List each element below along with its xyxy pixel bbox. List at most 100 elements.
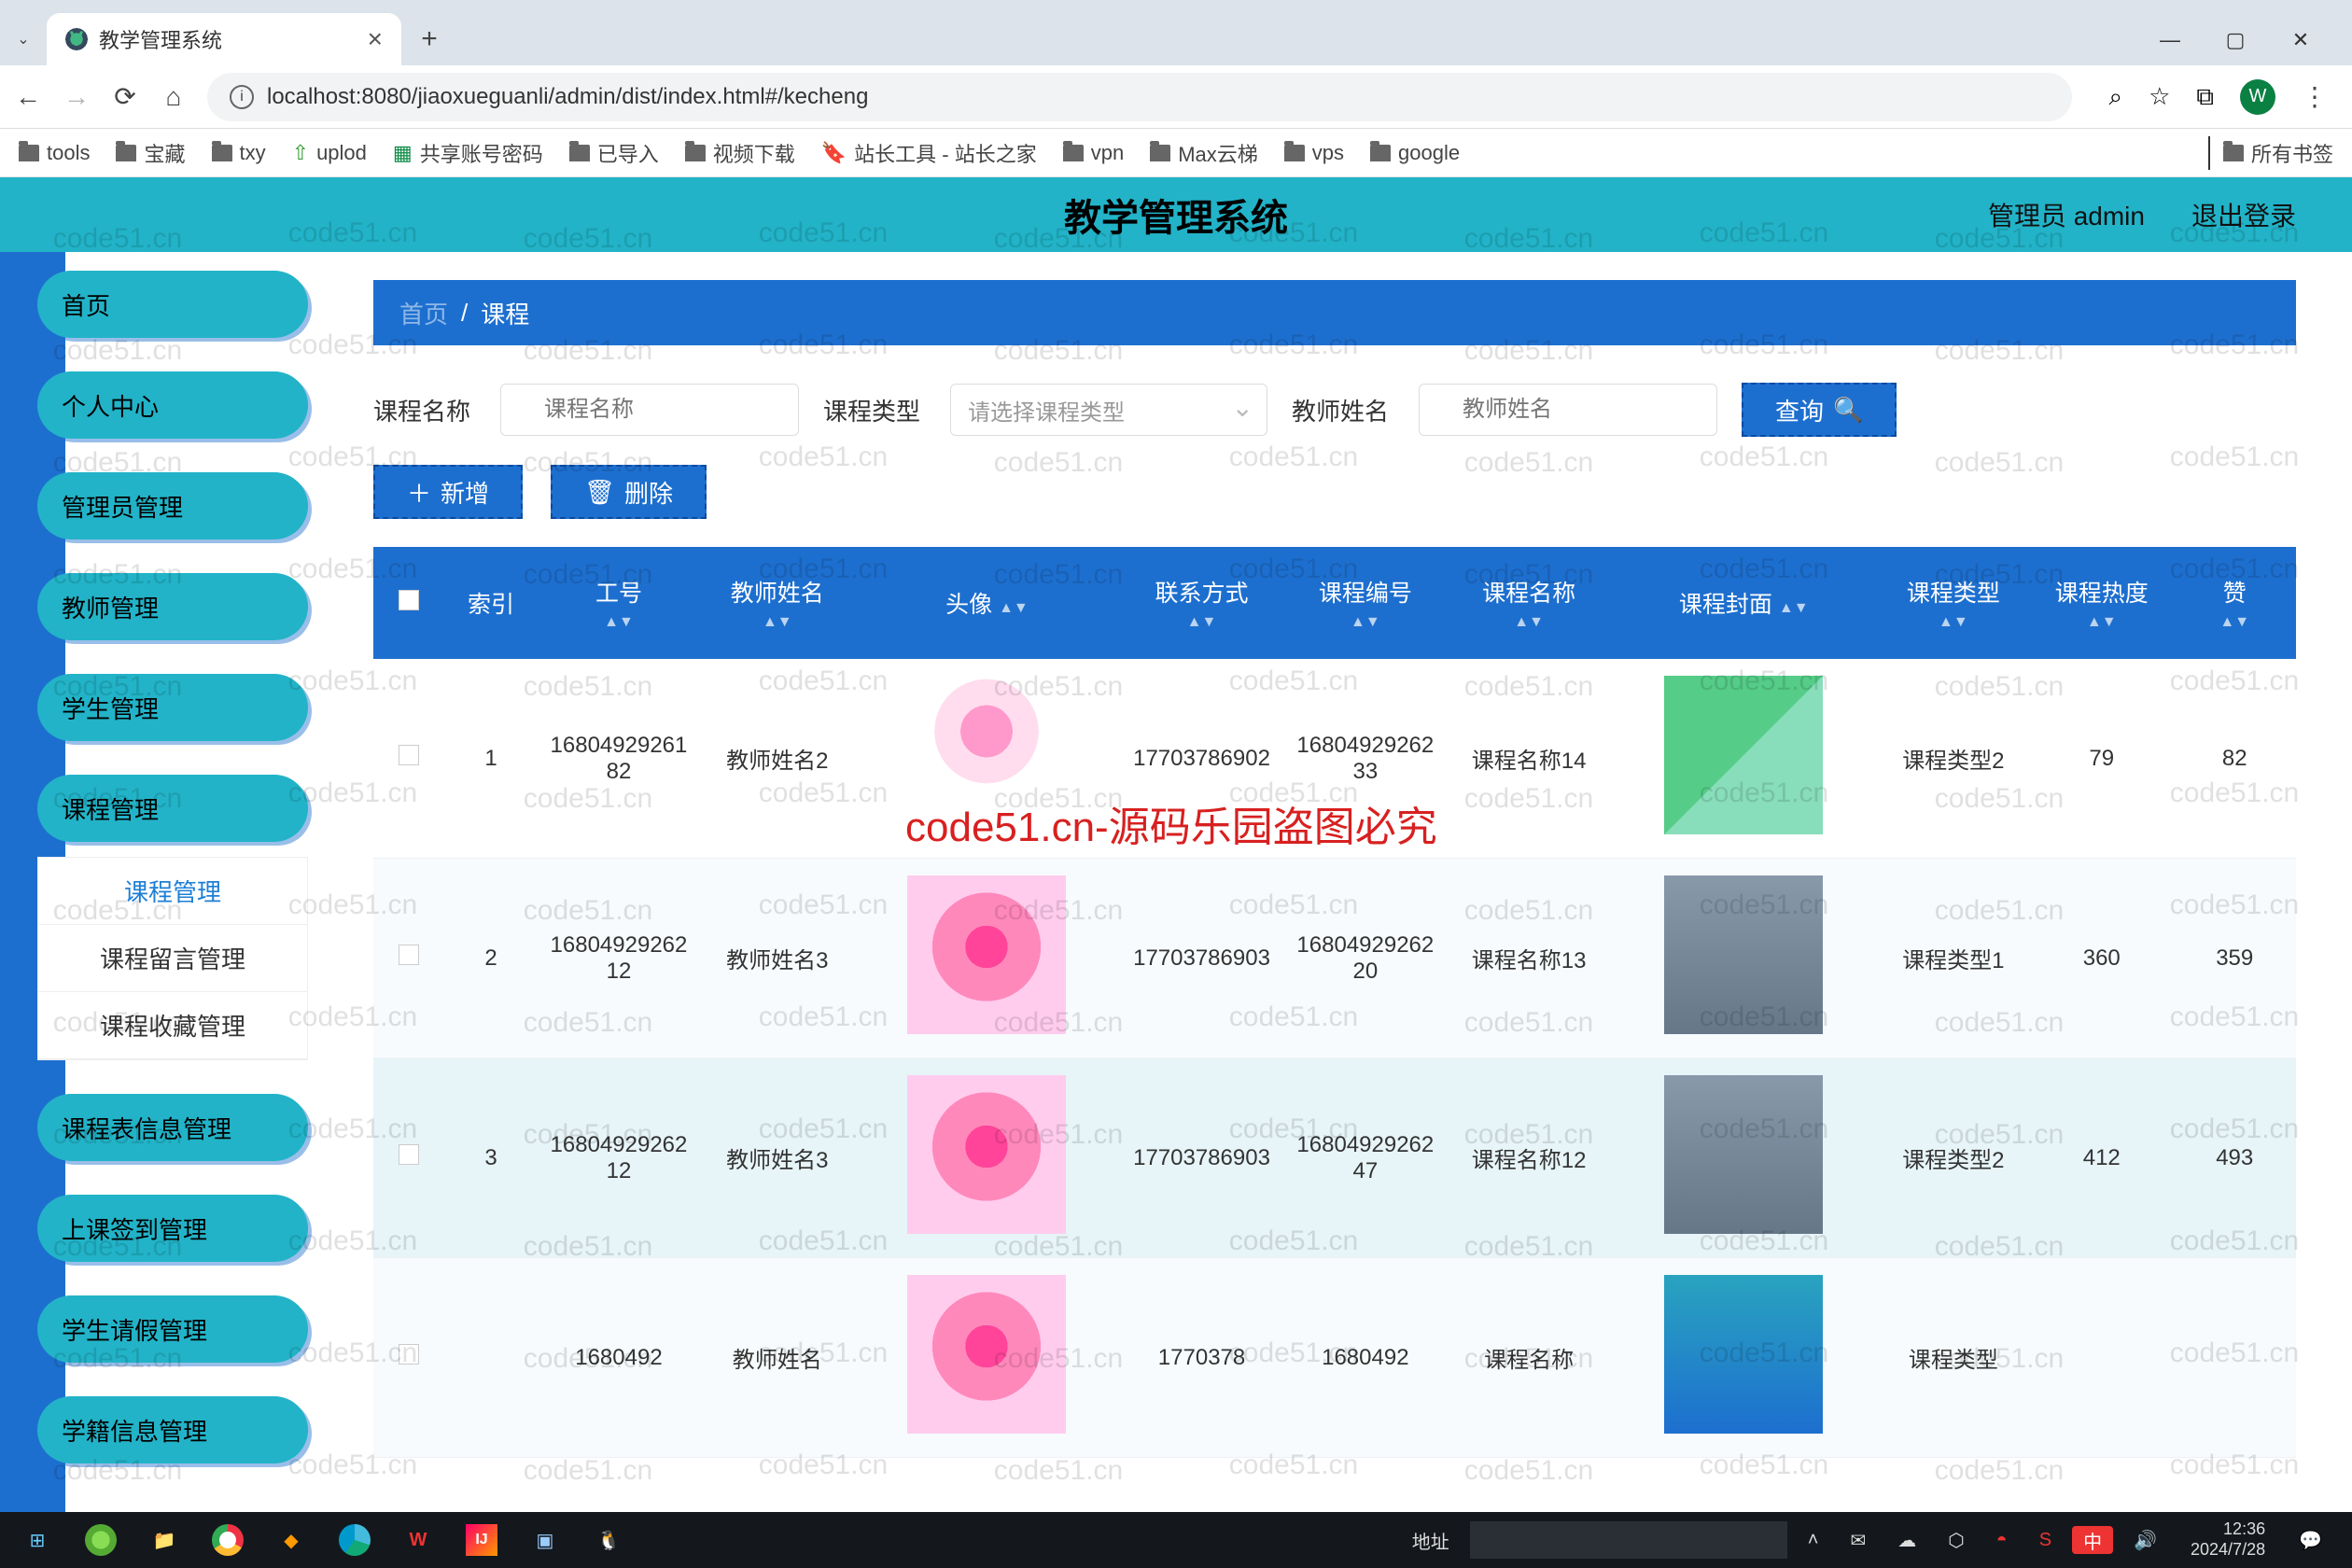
tray-address-input[interactable] [1470,1521,1787,1559]
back-button[interactable]: ← [13,82,43,112]
maximize-icon[interactable]: ▢ [2221,28,2249,52]
th-code[interactable]: 课程编号▲▼ [1283,547,1447,659]
tab-list-dropdown[interactable]: ⌄ [9,22,37,56]
taskbar-app-generic[interactable]: ▣ [517,1517,573,1563]
sidebar-item-course[interactable]: 课程管理 [37,775,308,842]
sidebar-item-schedule[interactable]: 课程表信息管理 [37,1094,308,1161]
chrome-menu-icon[interactable]: ⋮ [2302,81,2330,112]
minimize-icon[interactable]: — [2156,28,2184,52]
row-checkbox[interactable] [399,745,419,765]
sidebar-item-student[interactable]: 学生管理 [37,674,308,741]
taskbar-app-explorer[interactable]: 📁 [136,1517,192,1563]
bookmark-item[interactable]: ▦共享账号密码 [393,138,543,168]
th-heat[interactable]: 课程热度▲▼ [2030,547,2173,659]
cover-thumb [1664,875,1823,1034]
bookmark-item[interactable]: tools [19,141,90,165]
star-icon[interactable]: ☆ [2149,82,2170,111]
tray-volume-icon[interactable]: 🔊 [2122,1521,2168,1559]
ime-indicator[interactable]: 中 [2072,1526,2113,1554]
th-avatar[interactable]: 头像 ▲▼ [854,547,1120,659]
tray-icon[interactable]: ✉ [1839,1521,1877,1559]
sidebar-item-teacher[interactable]: 教师管理 [37,573,308,640]
filter-teacher-input[interactable] [1419,384,1717,436]
bookmark-item[interactable]: 视频下载 [685,138,795,168]
table-row[interactable]: 1 1680492926182 教师姓名2 17703786902 168049… [373,659,2296,859]
bookmark-item[interactable]: vps [1284,141,1344,165]
new-tab-button[interactable]: + [411,21,448,58]
th-teacher[interactable]: 教师姓名▲▼ [701,547,854,659]
taskbar-app-sublime[interactable]: ◆ [263,1517,319,1563]
tray-icon[interactable]: S [2028,1521,2063,1559]
row-checkbox[interactable] [399,1344,419,1365]
table-row[interactable]: 1680492 教师姓名 1770378 1680492 课程名称 课程类型 [373,1258,2296,1458]
lens-icon[interactable]: ⌕ [2109,82,2123,112]
forward-button[interactable]: → [62,82,91,112]
browser-tab[interactable]: V 教学管理系统 × [47,13,401,65]
tray-icon[interactable]: ☁ [1886,1521,1927,1559]
th-cover[interactable]: 课程封面 ▲▼ [1611,547,1877,659]
start-button[interactable]: ⊞ [9,1517,65,1563]
sidebar-item-profile[interactable]: 个人中心 [37,371,308,439]
subitem-course-fav[interactable]: 课程收藏管理 [38,992,307,1059]
close-window-icon[interactable]: ✕ [2287,28,2315,52]
filter-type-select[interactable]: 请选择课程类型 [950,384,1267,436]
profile-avatar[interactable]: W [2240,79,2275,115]
taskbar-app-qq[interactable]: 🐧 [581,1517,637,1563]
tray-icon[interactable]: ◓ [1985,1521,2019,1559]
bookmark-item[interactable]: google [1370,141,1460,165]
taskbar-app-wps[interactable]: W [390,1517,446,1563]
taskbar-app-edge[interactable] [327,1517,383,1563]
bookmark-item[interactable]: 已导入 [569,138,659,168]
bookmark-item[interactable]: vpn [1063,141,1124,165]
subitem-course-comments[interactable]: 课程留言管理 [38,925,307,992]
home-button[interactable]: ⌂ [159,82,189,112]
sidebar-item-leave[interactable]: 学生请假管理 [37,1295,308,1363]
sidebar-item-home[interactable]: 首页 [37,271,308,338]
address-bar: ← → ⟳ ⌂ i ⌕ ☆ ⧉ W ⋮ [0,65,2352,129]
subitem-course-mgmt[interactable]: 课程管理 [38,858,307,925]
close-tab-icon[interactable]: × [368,24,383,54]
bookmark-item[interactable]: 🔖站长工具 - 站长之家 [821,138,1037,168]
omnibox[interactable]: i [207,73,2072,121]
th-checkbox[interactable] [373,547,445,659]
taskbar-clock[interactable]: 12:36 2024/7/28 [2177,1519,2278,1560]
tray-icon[interactable]: ⬡ [1937,1521,1975,1559]
current-user-label[interactable]: 管理员 admin [1988,196,2145,233]
sidebar-item-roll[interactable]: 学籍信息管理 [37,1396,308,1463]
bookmark-item[interactable]: 宝藏 [116,138,185,168]
tray-expand-icon[interactable]: ˄ [1797,1521,1830,1559]
reload-button[interactable]: ⟳ [110,82,140,112]
bookmark-item[interactable]: ⇧uplod [292,141,367,165]
bookmark-item[interactable]: txy [212,141,266,165]
logout-link[interactable]: 退出登录 [2191,196,2296,233]
filter-course-input[interactable] [500,384,799,436]
search-button[interactable]: 查询🔍 [1742,383,1897,437]
breadcrumb-home[interactable]: 首页 [399,296,448,330]
taskbar-app-chrome[interactable] [200,1517,256,1563]
checkbox[interactable] [399,590,419,610]
extensions-icon[interactable]: ⧉ [2196,82,2214,112]
delete-button[interactable]: 🗑删除 [551,465,707,519]
bookmark-item[interactable]: Max云梯 [1150,138,1258,168]
th-worker[interactable]: 工号▲▼ [537,547,700,659]
taskbar-app-idea[interactable]: IJ [454,1517,510,1563]
taskbar-app-browser360[interactable] [73,1517,129,1563]
th-like[interactable]: 赞▲▼ [2173,547,2296,659]
th-contact[interactable]: 联系方式▲▼ [1120,547,1283,659]
avatar-thumb [907,1075,1066,1234]
table-row[interactable]: 3 1680492926212 教师姓名3 17703786903 168049… [373,1058,2296,1258]
add-button[interactable]: ＋新增 [373,465,523,519]
all-bookmarks-button[interactable]: 所有书签 [2223,138,2333,168]
sidebar-item-signin[interactable]: 上课签到管理 [37,1195,308,1262]
notifications-icon[interactable]: 💬 [2288,1521,2333,1559]
site-info-icon[interactable]: i [230,85,254,109]
bookmarks-bar: tools 宝藏 txy ⇧uplod ▦共享账号密码 已导入 视频下载 🔖站长… [0,129,2352,177]
url-input[interactable] [267,84,2050,110]
row-checkbox[interactable] [399,945,419,965]
table-row[interactable]: 2 1680492926212 教师姓名3 17703786903 168049… [373,859,2296,1058]
th-name[interactable]: 课程名称▲▼ [1447,547,1610,659]
th-index[interactable]: 索引 [445,547,538,659]
th-type[interactable]: 课程类型▲▼ [1877,547,2030,659]
sidebar-item-admin[interactable]: 管理员管理 [37,472,308,539]
row-checkbox[interactable] [399,1144,419,1165]
